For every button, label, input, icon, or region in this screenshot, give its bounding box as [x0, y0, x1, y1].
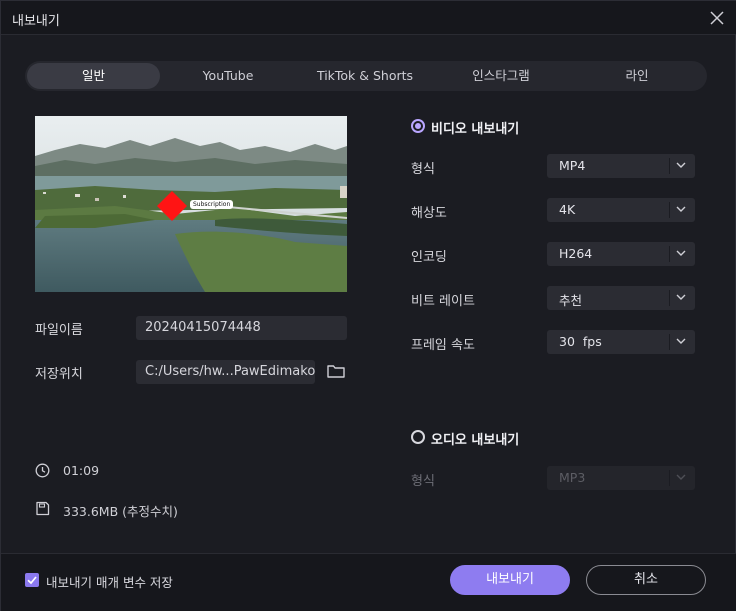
check-icon [27, 576, 37, 585]
tab-tiktok-shorts[interactable]: TikTok & Shorts [297, 63, 433, 89]
file-size-icon [36, 501, 50, 516]
audio-export-label: 오디오 내보내기 [431, 433, 520, 448]
chevron-down-icon [676, 206, 686, 212]
resolution-select[interactable]: 4K [547, 198, 695, 222]
select-divider [669, 158, 670, 174]
video-export-radio[interactable] [411, 119, 425, 133]
save-location-input[interactable]: C:/Users/hw...PawEdimakor [136, 360, 315, 384]
tab-bar: 일반 YouTube TikTok & Shorts 인스타그램 라인 [25, 61, 707, 91]
dialog-title: 내보내기 [12, 14, 60, 29]
select-divider [669, 202, 670, 218]
audio-export-radio[interactable] [411, 430, 425, 444]
chevron-down-icon [676, 474, 686, 480]
filename-input[interactable]: 20240415074448 [136, 316, 347, 340]
export-dialog: 내보내기 일반 YouTube TikTok & Shorts 인스타그램 라인 [0, 0, 736, 611]
audio-format-value: MP3 [559, 470, 586, 485]
select-divider [669, 470, 670, 486]
audio-format-select: MP3 [547, 466, 695, 490]
chevron-down-icon [676, 162, 686, 168]
export-button[interactable]: 내보내기 [450, 565, 570, 595]
save-location-label: 저장위치 [35, 367, 83, 382]
preview-overlay-label: Subscription [190, 200, 234, 209]
video-format-value: MP4 [559, 158, 586, 173]
filename-label: 파일이름 [35, 323, 83, 338]
resolution-label: 해상도 [411, 206, 447, 221]
close-icon[interactable] [707, 8, 727, 28]
clock-icon [35, 463, 50, 478]
select-divider [669, 290, 670, 306]
encoding-label: 인코딩 [411, 250, 447, 265]
file-size-value: 333.6MB (추정수치) [63, 504, 178, 519]
encoding-value: H264 [559, 246, 593, 261]
select-divider [669, 334, 670, 350]
save-params-label: 내보내기 매개 변수 저장 [46, 575, 173, 590]
title-bar: 내보내기 [1, 1, 736, 35]
tab-youtube[interactable]: YouTube [163, 63, 293, 89]
tab-instagram[interactable]: 인스타그램 [435, 63, 567, 89]
encoding-select[interactable]: H264 [547, 242, 695, 266]
size-row: 333.6MB (추정수치) [35, 501, 285, 519]
video-format-select[interactable]: MP4 [547, 154, 695, 178]
bitrate-select[interactable]: 추천 [547, 286, 695, 310]
chevron-down-icon [676, 250, 686, 256]
select-divider [669, 246, 670, 262]
video-preview: Subscription [35, 116, 347, 292]
bitrate-label: 비트 레이트 [411, 294, 475, 309]
duration-value: 01:09 [63, 463, 100, 478]
save-params-checkbox[interactable] [25, 573, 39, 587]
cancel-button[interactable]: 취소 [586, 565, 706, 595]
bitrate-value: 추천 [559, 293, 583, 308]
video-format-label: 형식 [411, 162, 435, 177]
tab-line[interactable]: 라인 [571, 63, 703, 89]
frame-rate-value: 30 fps [559, 334, 602, 349]
frame-rate-label: 프레임 속도 [411, 338, 475, 353]
video-export-option[interactable]: 비디오 내보내기 [411, 118, 571, 137]
chevron-down-icon [676, 294, 686, 300]
audio-format-label: 형식 [411, 474, 435, 489]
chevron-down-icon [676, 338, 686, 344]
folder-icon[interactable] [327, 363, 345, 379]
tab-general[interactable]: 일반 [27, 63, 160, 89]
audio-export-option[interactable]: 오디오 내보내기 [411, 429, 571, 448]
frame-rate-select[interactable]: 30 fps [547, 330, 695, 354]
resolution-value: 4K [559, 202, 576, 217]
duration-row: 01:09 [35, 463, 235, 479]
video-export-label: 비디오 내보내기 [431, 122, 520, 137]
